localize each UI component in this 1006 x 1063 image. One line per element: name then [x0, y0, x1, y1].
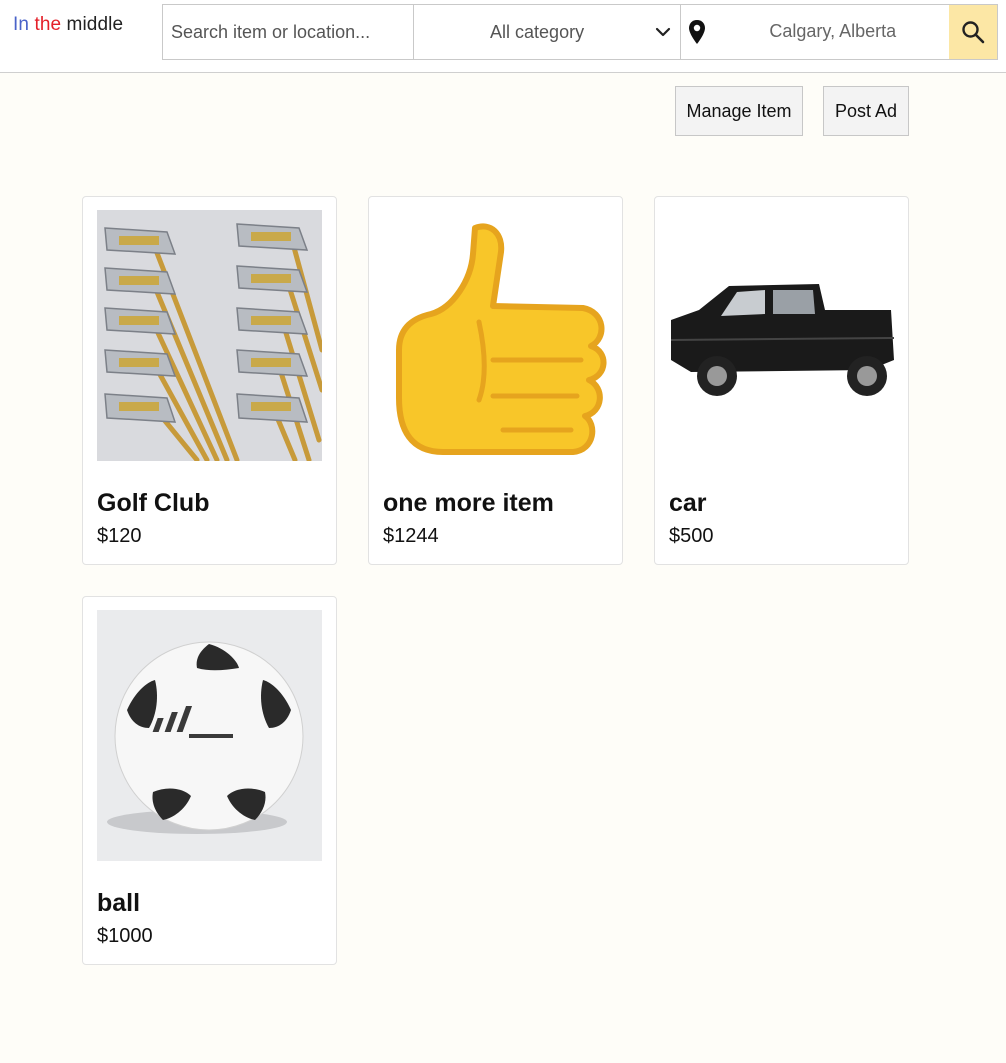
chevron-down-icon: [656, 27, 671, 37]
logo-word-the: the: [34, 14, 62, 35]
site-logo[interactable]: In the middle: [13, 14, 123, 36]
search-input[interactable]: [163, 5, 414, 59]
item-price: $1244: [383, 525, 439, 547]
item-card-car[interactable]: car $500: [654, 196, 909, 565]
search-icon: [962, 21, 985, 44]
item-card-golf-club[interactable]: Golf Club $120: [82, 196, 337, 565]
pickup-truck-photo: [669, 210, 894, 461]
item-price: $500: [669, 525, 714, 547]
top-bar: In the middle All category Calgary, Albe…: [0, 0, 1006, 73]
location-value: Calgary, Alberta: [769, 21, 897, 41]
category-select[interactable]: All category: [414, 5, 682, 59]
item-title: car: [669, 489, 707, 517]
post-ad-button[interactable]: Post Ad: [823, 86, 909, 136]
item-title: Golf Club: [97, 489, 210, 517]
item-card-one-more-item[interactable]: one more item $1244: [368, 196, 623, 565]
search-bar: All category Calgary, Alberta: [162, 4, 998, 60]
thumbs-up-emoji: [383, 210, 608, 461]
item-title: one more item: [383, 489, 554, 517]
logo-word-middle: middle: [66, 14, 124, 35]
logo-word-in: In: [13, 14, 30, 35]
location-field[interactable]: Calgary, Alberta: [681, 5, 949, 59]
soccer-ball-photo: [97, 610, 322, 861]
item-price: $1000: [97, 925, 153, 947]
item-price: $120: [97, 525, 142, 547]
golf-clubs-photo: [97, 210, 322, 461]
category-selected-value: All category: [490, 21, 585, 42]
item-card-ball[interactable]: ball $1000: [82, 596, 337, 965]
item-title: ball: [97, 889, 141, 917]
search-button[interactable]: [949, 5, 997, 59]
location-pin-icon: [689, 20, 706, 44]
manage-item-button[interactable]: Manage Item: [675, 86, 803, 136]
